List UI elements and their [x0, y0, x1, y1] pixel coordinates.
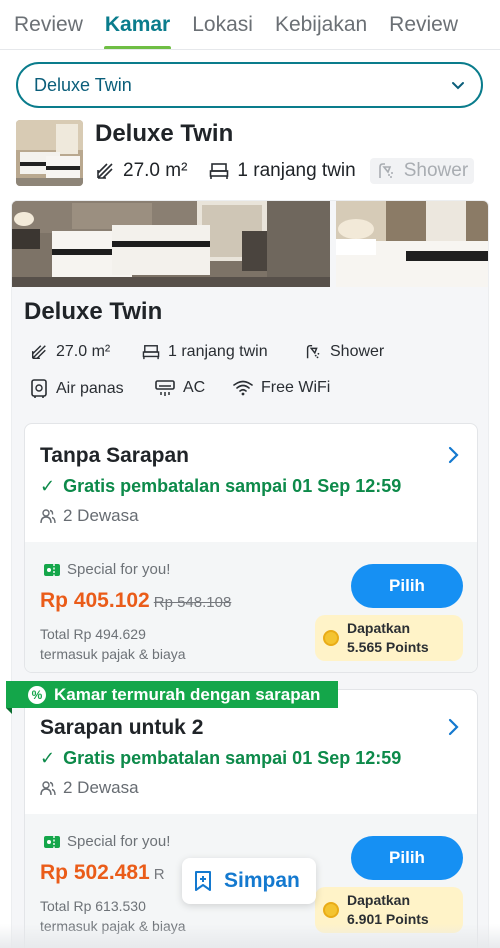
amenity-hot-water: Air panas — [30, 379, 124, 399]
bed-icon — [142, 345, 160, 360]
original-price: R — [153, 866, 165, 883]
water-heater-icon — [31, 379, 47, 398]
air-conditioner-icon — [155, 380, 175, 396]
room-features: 27.0 m² 1 ranjang twin Shower — [95, 158, 496, 184]
room-bed: 1 ranjang twin — [209, 160, 356, 182]
points-badge: Dapatkan 5.565 Points — [315, 615, 463, 661]
select-room-button[interactable]: Pilih — [351, 564, 463, 608]
room-type-value: Deluxe Twin — [34, 74, 132, 95]
room-type-dropdown[interactable]: Deluxe Twin — [16, 62, 483, 108]
wifi-icon — [233, 380, 253, 396]
special-offer-label: Special for you! — [43, 833, 170, 850]
coin-icon — [323, 630, 339, 646]
rate-option[interactable]: Tanpa Sarapan ✓ Gratis pembatalan sampai … — [24, 423, 478, 673]
chevron-right-icon[interactable] — [447, 718, 459, 736]
rate-price-section: Special for you! Rp 405.102 Rp 548.108 To… — [25, 542, 477, 672]
amenity-shower: Shower — [304, 343, 384, 361]
area-icon — [97, 163, 113, 179]
coupon-icon — [44, 835, 60, 848]
tab-kamar[interactable]: Kamar — [94, 0, 181, 49]
amenity-size: 27.0 m² — [30, 343, 110, 361]
free-cancellation: ✓ Gratis pembatalan sampai 01 Sep 12:59 — [40, 476, 402, 496]
room-thumbnail[interactable] — [16, 120, 83, 186]
cheapest-breakfast-ribbon: % Kamar termurah dengan sarapan — [6, 681, 339, 714]
guest-count: 2 Dewasa — [40, 778, 139, 798]
room-photo-main[interactable] — [12, 201, 330, 287]
chevron-down-icon — [452, 82, 464, 90]
tab-bar: Review Kamar Lokasi Kebijakan Review — [0, 0, 500, 50]
check-icon: ✓ — [40, 476, 56, 496]
room-size: 27.0 m² — [95, 160, 187, 182]
free-cancellation: ✓ Gratis pembatalan sampai 01 Sep 12:59 — [40, 748, 402, 768]
tab-review-2[interactable]: Review — [378, 0, 469, 49]
room-header: Deluxe Twin 27.0 m² 1 ranjang twin Showe… — [16, 118, 500, 188]
bed-icon — [210, 163, 229, 179]
check-icon: ✓ — [40, 748, 56, 768]
card-room-title: Deluxe Twin — [24, 298, 163, 325]
tab-lokasi[interactable]: Lokasi — [181, 0, 264, 49]
bookmark-plus-icon — [195, 871, 211, 891]
rate-option[interactable]: Sarapan untuk 2 ✓ Gratis pembatalan sampa… — [24, 689, 478, 948]
coin-icon — [323, 902, 339, 918]
amenity-bed: 1 ranjang twin — [142, 343, 268, 361]
coupon-icon — [44, 563, 60, 576]
chevron-right-icon[interactable] — [447, 446, 459, 464]
scroll-fade — [0, 924, 500, 948]
percent-icon: % — [28, 685, 46, 704]
total-price: Total Rp 494.629 termasuk pajak & biaya — [40, 626, 186, 662]
tab-kebijakan[interactable]: Kebijakan — [264, 0, 378, 49]
shower-icon — [378, 163, 393, 178]
room-photo-secondary[interactable] — [336, 201, 488, 287]
room-shower: Shower — [369, 158, 475, 184]
select-room-button[interactable]: Pilih — [351, 836, 463, 880]
amenity-ac: AC — [155, 379, 205, 397]
people-icon — [40, 781, 56, 796]
tab-review[interactable]: Review — [0, 0, 94, 49]
amenity-wifi: Free WiFi — [233, 379, 330, 397]
discounted-price: Rp 405.102 Rp 548.108 — [40, 589, 232, 612]
rate-name: Sarapan untuk 2 — [40, 716, 204, 739]
guest-count: 2 Dewasa — [40, 506, 139, 526]
original-price: Rp 548.108 — [153, 594, 232, 611]
save-button[interactable]: Simpan — [182, 858, 316, 904]
discounted-price: Rp 502.481 R — [40, 861, 165, 884]
room-title: Deluxe Twin — [95, 120, 234, 147]
people-icon — [40, 509, 56, 524]
rate-name: Tanpa Sarapan — [40, 444, 189, 467]
shower-icon — [306, 344, 320, 359]
room-card: Deluxe Twin 27.0 m² 1 ranjang twin Showe… — [11, 200, 489, 948]
area-icon — [31, 345, 46, 360]
special-offer-label: Special for you! — [43, 561, 170, 578]
